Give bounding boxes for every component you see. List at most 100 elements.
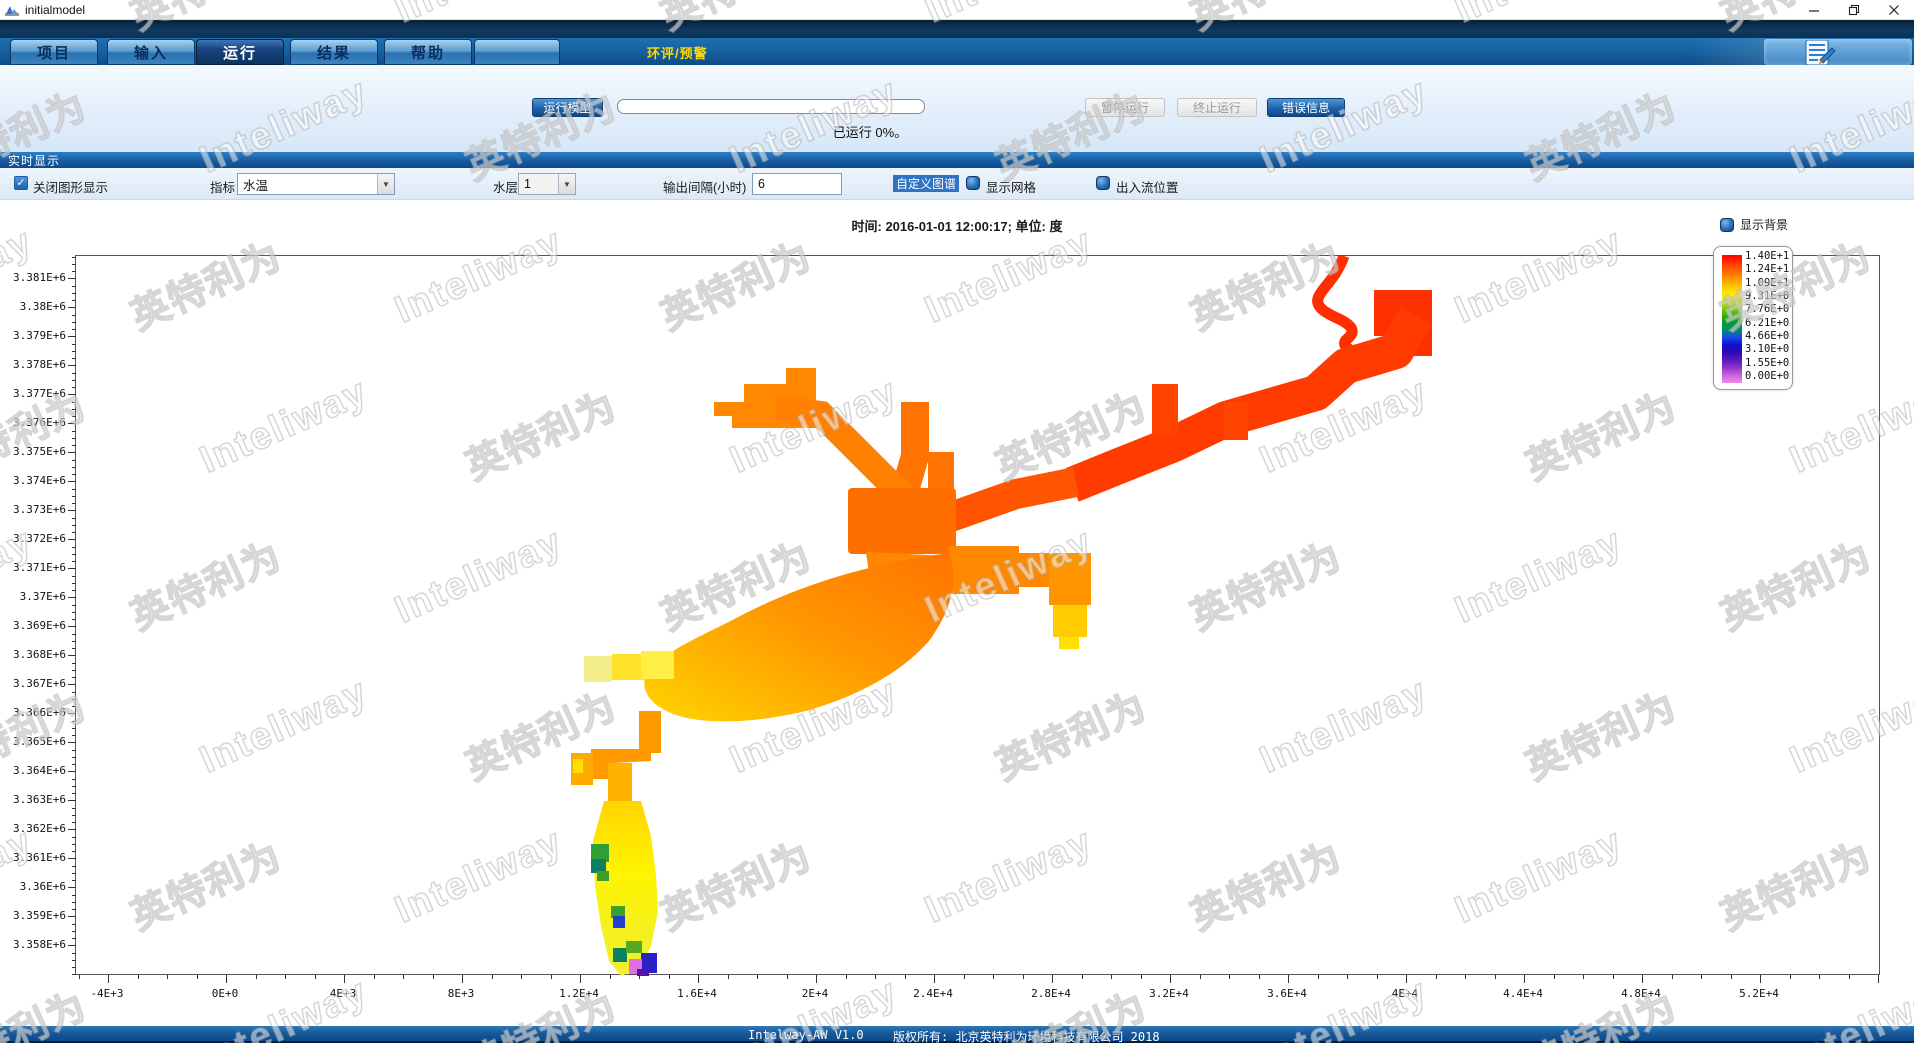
custom-spectrum-button[interactable]: 自定义图谱: [893, 175, 959, 192]
x-axis-tick: [993, 975, 994, 979]
y-axis-tick: [72, 460, 76, 461]
y-axis-tick: [72, 735, 76, 736]
x-axis-tick: [1878, 975, 1879, 983]
y-axis-tick: [68, 858, 76, 859]
y-axis-tick: [72, 974, 76, 975]
y-axis-label: 3.363E+6: [0, 793, 66, 806]
y-axis-tick: [72, 677, 76, 678]
realtime-display-title: 实时显示: [8, 152, 60, 169]
menu-tab-2[interactable]: 输入: [107, 39, 195, 65]
y-axis-tick: [68, 336, 76, 337]
y-axis-tick: [72, 583, 76, 584]
menu-tab-1[interactable]: 项目: [10, 39, 98, 65]
y-axis-tick: [72, 641, 76, 642]
x-axis-label: 1.2E+4: [539, 987, 619, 1000]
menu-tab-label: 运行: [223, 42, 257, 63]
y-axis-label: 3.371E+6: [0, 561, 66, 574]
water-temperature-map: [76, 256, 1881, 976]
x-axis-tick: [846, 975, 847, 979]
legend-value: 0.00E+0: [1745, 370, 1793, 382]
x-axis-tick: [79, 975, 80, 979]
menu-tab-4[interactable]: 结果: [290, 39, 378, 65]
show-background-label: 显示背景: [1740, 216, 1788, 233]
y-axis-tick: [72, 344, 76, 345]
x-axis-tick: [1495, 975, 1496, 979]
x-axis-tick: [167, 975, 168, 979]
y-axis-tick: [72, 612, 76, 613]
x-axis-tick: [1849, 975, 1850, 979]
layer-label: 水层: [493, 177, 518, 196]
y-axis-tick: [72, 721, 76, 722]
x-axis-tick: [787, 975, 788, 979]
show-background-toggle[interactable]: [1720, 218, 1734, 232]
menu-tab-label: 结果: [317, 42, 351, 63]
y-axis-tick: [72, 866, 76, 867]
x-axis-tick: [1819, 975, 1820, 979]
y-axis-tick: [72, 692, 76, 693]
y-axis-tick: [72, 728, 76, 729]
y-axis-tick: [72, 554, 76, 555]
y-axis-tick: [68, 481, 76, 482]
menu-tab-bar: 项目输入运行结果帮助 环评/预警: [0, 38, 1914, 65]
y-axis-tick: [72, 590, 76, 591]
y-axis-tick: [72, 387, 76, 388]
x-axis-tick: [1170, 975, 1171, 983]
restore-button[interactable]: [1834, 0, 1874, 20]
close-graph-checkbox[interactable]: ✓: [14, 176, 28, 190]
tab-empty[interactable]: [474, 39, 560, 65]
x-axis-tick: [1347, 975, 1348, 979]
legend-value: 1.40E+1: [1745, 250, 1793, 262]
x-axis-label: 5.2E+4: [1719, 987, 1799, 1000]
menu-tab-3[interactable]: 运行: [196, 39, 284, 65]
y-axis-label: 3.369E+6: [0, 619, 66, 632]
y-axis-tick: [72, 264, 76, 265]
stop-run-button[interactable]: 终止运行: [1177, 98, 1257, 117]
y-axis-tick: [72, 322, 76, 323]
error-info-button[interactable]: 错误信息: [1267, 98, 1345, 117]
menu-tab-5[interactable]: 帮助: [384, 39, 472, 65]
x-axis-tick: [1436, 975, 1437, 979]
y-axis-tick: [72, 286, 76, 287]
minimize-button[interactable]: [1794, 0, 1834, 20]
y-axis-tick: [72, 315, 76, 316]
layer-select[interactable]: 1 ▼: [518, 173, 576, 195]
y-axis-label: 3.38E+6: [0, 300, 66, 313]
x-axis-tick: [728, 975, 729, 979]
y-axis-tick: [72, 873, 76, 874]
x-axis-tick: [551, 975, 552, 979]
show-grid-toggle[interactable]: [966, 176, 980, 190]
document-edit-icon[interactable]: [1802, 40, 1838, 65]
x-axis-tick: [1288, 975, 1289, 983]
y-axis-tick: [68, 307, 76, 308]
y-axis-tick: [72, 271, 76, 272]
y-axis-tick: [68, 800, 76, 801]
y-axis-label: 3.366E+6: [0, 706, 66, 719]
close-button[interactable]: [1874, 0, 1914, 20]
y-axis-tick: [72, 706, 76, 707]
y-axis-tick: [68, 278, 76, 279]
y-axis-tick: [72, 561, 76, 562]
x-axis-label: 1.6E+4: [657, 987, 737, 1000]
x-axis-tick: [669, 975, 670, 979]
interval-label: 输出间隔(小时): [663, 177, 746, 196]
x-axis-label: 2.4E+4: [893, 987, 973, 1000]
y-axis-tick: [72, 844, 76, 845]
y-axis-tick: [72, 967, 76, 968]
show-grid-label: 显示网格: [986, 177, 1036, 196]
y-axis-tick: [72, 474, 76, 475]
run-model-button[interactable]: 运行模型: [532, 98, 603, 117]
x-axis-tick: [344, 975, 345, 983]
pause-run-button[interactable]: 暂停运行: [1085, 98, 1165, 117]
x-axis-tick: [698, 975, 699, 983]
y-axis-tick: [68, 626, 76, 627]
y-axis-tick: [72, 757, 76, 758]
indicator-select[interactable]: 水温 ▼: [237, 173, 395, 195]
x-axis-tick: [374, 975, 375, 979]
run-status-text: 已运行 0%。: [770, 122, 970, 141]
flow-position-toggle[interactable]: [1096, 176, 1110, 190]
y-axis-tick: [68, 655, 76, 656]
y-axis-label: 3.37E+6: [0, 590, 66, 603]
map-plot-area[interactable]: [75, 255, 1880, 975]
interval-input[interactable]: [752, 173, 842, 195]
y-axis-tick: [68, 771, 76, 772]
